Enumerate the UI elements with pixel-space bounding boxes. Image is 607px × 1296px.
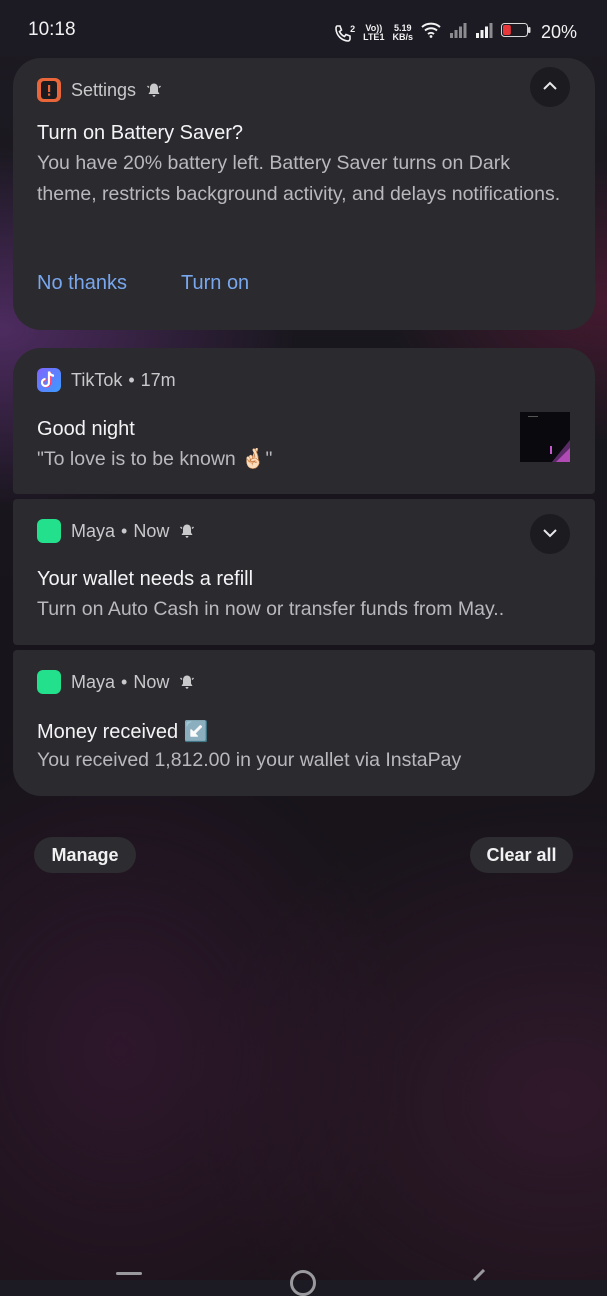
notification-title: Your wallet needs a refill (37, 568, 254, 590)
signal-sim2-icon (475, 22, 493, 43)
alert-bell-icon (146, 82, 162, 98)
wifi-icon (421, 22, 441, 43)
maya-wallet-refill-notification[interactable]: Maya • Now Your wallet needs a refill Tu… (13, 499, 595, 645)
battery-icon (500, 22, 531, 43)
separator-dot: • (121, 520, 128, 541)
app-name: Maya (71, 671, 116, 692)
separator-dot: • (128, 369, 135, 390)
signal-sim1-icon (449, 22, 467, 43)
notification-group: TikTok • 17m Good night "To love is to b… (13, 348, 595, 796)
tiktok-app-icon (37, 368, 61, 392)
notification-body: You received 1,812.00 in your wallet via… (37, 749, 462, 771)
navigation-bar (0, 1240, 607, 1296)
app-name: Maya (71, 520, 116, 541)
back-button[interactable] (466, 1268, 486, 1286)
status-bar: 10:18 2 Vo)) LTE1 5.19 KB/s 20% (0, 0, 607, 56)
expand-button[interactable] (530, 514, 570, 554)
notification-body: You have 20% battery left. Battery Saver… (37, 152, 561, 205)
tiktok-notification[interactable]: TikTok • 17m Good night "To love is to b… (13, 348, 595, 494)
volte-indicator: Vo)) LTE1 (363, 22, 385, 42)
notification-header: TikTok • 17m (37, 368, 176, 392)
settings-notification[interactable]: Settings Turn on Battery Saver? You have… (13, 58, 595, 330)
maya-app-icon (37, 519, 61, 543)
notification-time: 17m (140, 369, 176, 390)
settings-app-icon (37, 78, 61, 102)
notification-time: Now (133, 520, 170, 541)
clock: 10:18 (28, 19, 76, 40)
notification-title: Money received ↙️ (37, 721, 209, 743)
chevron-up-icon (542, 78, 558, 96)
notification-title: Good night (37, 418, 135, 440)
status-icons: 2 Vo)) LTE1 5.19 KB/s 20% (333, 22, 577, 43)
battery-percent: 20% (540, 22, 577, 42)
clear-all-button[interactable]: Clear all (470, 837, 573, 873)
recents-button[interactable] (116, 1272, 142, 1275)
app-name: Settings (71, 79, 137, 100)
notification-thumbnail (520, 412, 570, 462)
home-button[interactable] (290, 1270, 316, 1296)
notification-body: Turn on Auto Cash in now or transfer fun… (37, 598, 505, 620)
alert-bell-icon (179, 523, 195, 539)
notification-title: Turn on Battery Saver? (37, 122, 244, 144)
no-thanks-button[interactable]: No thanks (37, 272, 127, 295)
maya-money-received-notification[interactable]: Maya • Now Money received ↙️ You receive… (13, 650, 595, 796)
notification-body: "To love is to be known 🤞🏻" (37, 448, 273, 470)
alert-bell-icon (179, 674, 195, 690)
notification-header: Settings (37, 78, 162, 102)
maya-app-icon (37, 670, 61, 694)
chevron-down-icon (542, 525, 558, 543)
separator-dot: • (121, 671, 128, 692)
notification-time: Now (133, 671, 170, 692)
turn-on-button[interactable]: Turn on (181, 272, 249, 295)
call-icon: 2 (333, 24, 355, 42)
network-speed: 5.19 KB/s (392, 22, 413, 42)
manage-button[interactable]: Manage (34, 837, 136, 873)
app-name: TikTok (71, 369, 123, 390)
call-sim-label: 2 (350, 23, 356, 34)
notification-header: Maya • Now (37, 519, 195, 543)
notification-header: Maya • Now (37, 670, 195, 694)
collapse-button[interactable] (530, 67, 570, 107)
